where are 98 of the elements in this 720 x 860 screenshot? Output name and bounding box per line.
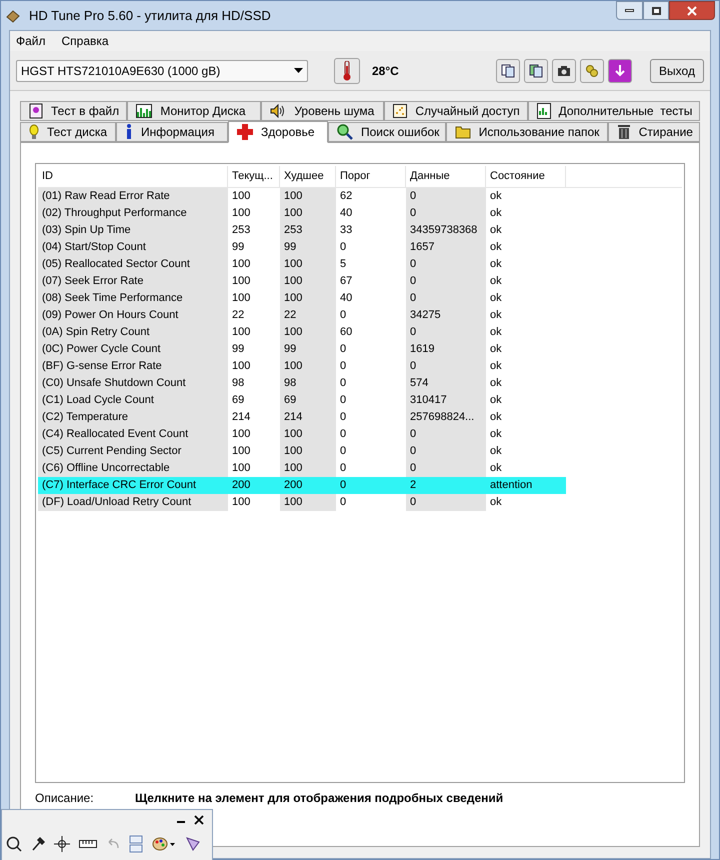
- table-cell: (DF) Load/Unload Retry Count: [38, 494, 228, 511]
- table-cell: (09) Power On Hours Count: [38, 307, 228, 324]
- menu-item[interactable]: Справка: [62, 32, 109, 50]
- table-cell: 34275: [406, 307, 486, 324]
- table-cell: 0: [406, 358, 486, 375]
- table-cell-text: 2: [409, 478, 418, 494]
- tab[interactable]: Тест диска: [20, 122, 116, 142]
- table-row[interactable]: (07) Seek Error Rate 100 100 67 0 ok: [38, 273, 566, 290]
- table-cell: 1657: [406, 239, 486, 256]
- table-cell: 0: [406, 324, 486, 341]
- table-cell: 574: [406, 375, 486, 392]
- table-row[interactable]: (C2) Temperature 214 214 0 257698824... ok: [38, 409, 566, 426]
- table-cell: 98: [280, 375, 336, 392]
- table-cell: (01) Raw Read Error Rate: [38, 188, 228, 205]
- table-cell: 310417: [406, 392, 486, 409]
- table-cell: 1619: [406, 341, 486, 358]
- table-cell: (08) Seek Time Performance: [38, 290, 228, 307]
- table-cell: (BF) G-sense Error Rate: [38, 358, 228, 375]
- table-row[interactable]: (04) Start/Stop Count 99 99 0 1657 ok: [38, 239, 566, 256]
- menu-item[interactable]: Файл: [16, 32, 46, 50]
- description-text: Щелкните на элемент для отображения подробных сведений: [135, 790, 504, 807]
- table-row[interactable]: (C6) Offline Uncorrectable 100 100 0 0 ok: [38, 460, 566, 477]
- tab[interactable]: Тест в файл: [20, 101, 128, 121]
- table-cell: (C2) Temperature: [38, 409, 228, 426]
- description-label: Описание:: [35, 790, 95, 807]
- table-row[interactable]: (BF) G-sense Error Rate 100 100 0 0 ok: [38, 358, 566, 375]
- exit-button[interactable]: Выход: [650, 58, 704, 82]
- table-row[interactable]: (02) Throughput Performance 100 100 40 0 ok: [38, 205, 566, 222]
- table-cell-text: attention: [489, 478, 534, 494]
- table-cell: 257698824...: [406, 409, 486, 426]
- tab[interactable]: Дополнительные тесты: [528, 101, 700, 121]
- table-cell: (0C) Power Cycle Count: [38, 341, 228, 358]
- tab[interactable]: Поиск ошибок: [328, 122, 446, 142]
- drive-dropdown[interactable]: HGST HTS721010A9E630 (1000 gB): [16, 60, 308, 82]
- table-cell: (C1) Load Cycle Count: [38, 392, 228, 409]
- table-cell: 100: [280, 256, 336, 273]
- table-cell: 0: [406, 273, 486, 290]
- table-cell: 100: [280, 324, 336, 341]
- table-cell: 253: [280, 222, 336, 239]
- table-cell: 100: [280, 443, 336, 460]
- table-cell: (02) Throughput Performance: [38, 205, 228, 222]
- table-cell: 0: [406, 494, 486, 511]
- table-cell-text: 200: [283, 478, 304, 494]
- table-cell: 0: [406, 188, 486, 205]
- table-cell: 214: [280, 409, 336, 426]
- table-cell-text: (C7) Interface CRC Error Count: [41, 478, 198, 494]
- table-cell: 0: [406, 443, 486, 460]
- table-cell: 100: [280, 460, 336, 477]
- table-cell: 100: [280, 273, 336, 290]
- tab[interactable]: Стирание: [608, 122, 700, 142]
- table-cell: (05) Reallocated Sector Count: [38, 256, 228, 273]
- table-cell: 0: [406, 205, 486, 222]
- table-cell: 100: [280, 494, 336, 511]
- table-row[interactable]: (C0) Unsafe Shutdown Count 98 98 0 574 ok: [38, 375, 566, 392]
- table-cell: (C4) Reallocated Event Count: [38, 426, 228, 443]
- tab[interactable]: Информация: [116, 122, 228, 142]
- table-row[interactable]: (C4) Reallocated Event Count 100 100 0 0 ok: [38, 426, 566, 443]
- table-cell: 100: [280, 426, 336, 443]
- table-cell: 100: [280, 358, 336, 375]
- table-cell: (0A) Spin Retry Count: [38, 324, 228, 341]
- table-cell: 0: [406, 460, 486, 477]
- table-cell: 0: [406, 256, 486, 273]
- tab[interactable]: Здоровье: [228, 121, 328, 143]
- tab[interactable]: Использование папок: [446, 122, 608, 142]
- table-cell: 99: [280, 239, 336, 256]
- table-row[interactable]: (C1) Load Cycle Count 69 69 0 310417 ok: [38, 392, 566, 409]
- table-row[interactable]: (05) Reallocated Sector Count 100 100 5 0 ok: [38, 256, 566, 273]
- tab[interactable]: Монитор Диска: [127, 101, 262, 121]
- table-row[interactable]: (03) Spin Up Time 253 253 33 34359738368 ok: [38, 222, 566, 239]
- tab[interactable]: Случайный доступ: [384, 101, 528, 121]
- table-cell: (03) Spin Up Time: [38, 222, 228, 239]
- table-cell: 100: [280, 188, 336, 205]
- table-cell: (04) Start/Stop Count: [38, 239, 228, 256]
- table-cell: 100: [280, 205, 336, 222]
- temperature-reading: 28°C: [372, 62, 399, 80]
- table-cell: 0: [406, 290, 486, 307]
- table-cell: (07) Seek Error Rate: [38, 273, 228, 290]
- table-cell: (C0) Unsafe Shutdown Count: [38, 375, 228, 392]
- table-row[interactable]: (0C) Power Cycle Count 99 99 0 1619 ok: [38, 341, 566, 358]
- table-row[interactable]: (09) Power On Hours Count 22 22 0 34275 ok: [38, 307, 566, 324]
- table-cell: 69: [280, 392, 336, 409]
- table-cell: (C5) Current Pending Sector: [38, 443, 228, 460]
- table-row[interactable]: (0A) Spin Retry Count 100 100 60 0 ok: [38, 324, 566, 341]
- table-row[interactable]: (DF) Load/Unload Retry Count 100 100 0 0 ok: [38, 494, 566, 511]
- tab[interactable]: Уровень шума: [261, 101, 384, 121]
- window-title: HD Tune Pro 5.60 - утилита для HD/SSD: [29, 6, 271, 25]
- table-row[interactable]: (08) Seek Time Performance 100 100 40 0 ok: [38, 290, 566, 307]
- table-cell: 0: [406, 426, 486, 443]
- table-cell: 99: [280, 341, 336, 358]
- table-row[interactable]: (C5) Current Pending Sector 100 100 0 0 ok: [38, 443, 566, 460]
- table-row[interactable]: (01) Raw Read Error Rate 100 100 62 0 ok: [38, 188, 566, 205]
- table-cell: 100: [280, 290, 336, 307]
- table-cell-text: 0: [339, 478, 348, 494]
- table-cell: (C6) Offline Uncorrectable: [38, 460, 228, 477]
- table-cell: 34359738368: [406, 222, 486, 239]
- table-cell: 22: [280, 307, 336, 324]
- table-row[interactable]: (C7) Interface CRC Error Count 200 200 0 2 attention: [38, 477, 566, 494]
- table-cell-text: 200: [231, 478, 252, 494]
